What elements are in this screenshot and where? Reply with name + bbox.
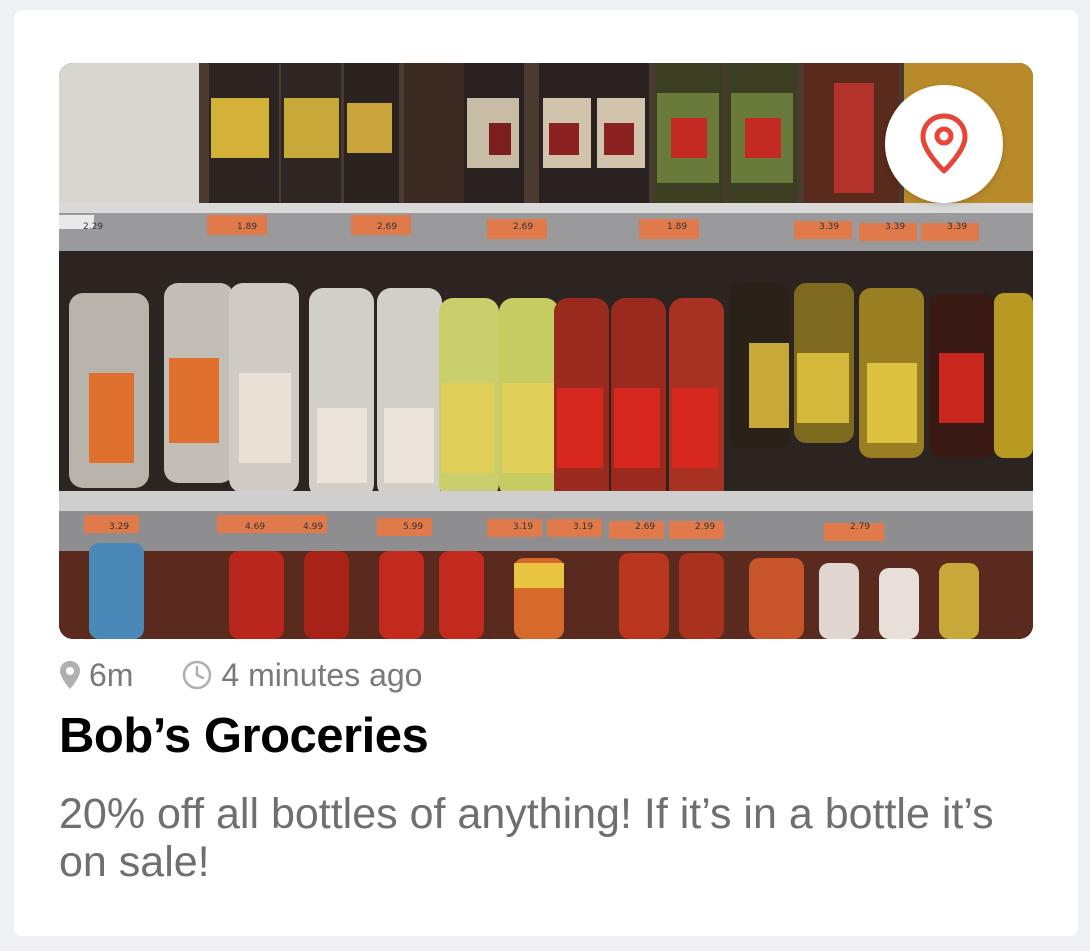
middle-shelf-price-tag: 4.69 [245, 522, 265, 532]
middle-shelf-price-tag: 3.19 [573, 522, 593, 532]
top-shelf-price-tag: 3.39 [947, 222, 967, 232]
map-pin-button[interactable] [885, 85, 1003, 203]
location-icon [59, 660, 81, 690]
top-shelf-price-tag: 1.89 [237, 222, 257, 232]
clock-icon [181, 659, 213, 691]
distance-text: 6m [89, 656, 134, 693]
top-shelf-price-tag: 3.39 [819, 222, 839, 232]
distance-info: 6m [59, 657, 133, 694]
middle-shelf-price-tag: 2.79 [850, 522, 870, 532]
top-shelf-price-tag: 3.39 [885, 222, 905, 232]
top-shelf-price-tag: 2.69 [513, 222, 533, 232]
middle-shelf-price-tag: 4.99 [303, 522, 323, 532]
time-text: 4 minutes ago [221, 656, 423, 693]
business-name[interactable]: Bob’s Groceries [59, 708, 429, 764]
deal-description: 20% off all bottles of anything! If it’s… [59, 790, 994, 886]
middle-shelf-price-tag: 2.99 [695, 522, 715, 532]
deal-card[interactable]: 2.29 1.89 2.69 2.69 1.89 3.39 3.39 3.39 3.29 4.69… [14, 10, 1078, 936]
deal-photo: 2.29 1.89 2.69 2.69 1.89 3.39 3.39 3.39 3.29 4.69… [59, 63, 1033, 639]
location-pin-icon [920, 113, 968, 174]
middle-shelf-price-tag: 3.29 [109, 522, 129, 532]
top-shelf-price-tag: 1.89 [667, 222, 687, 232]
time-info: 4 minutes ago [181, 657, 422, 694]
meta-row: 6m 4 minutes ago [59, 655, 422, 695]
middle-shelf-price-tag: 3.19 [513, 522, 533, 532]
top-shelf-price-tag: 2.29 [83, 222, 103, 232]
top-shelf-price-tag: 2.69 [377, 222, 397, 232]
middle-shelf-price-tag: 2.69 [635, 522, 655, 532]
middle-shelf-price-tag: 5.99 [403, 522, 423, 532]
